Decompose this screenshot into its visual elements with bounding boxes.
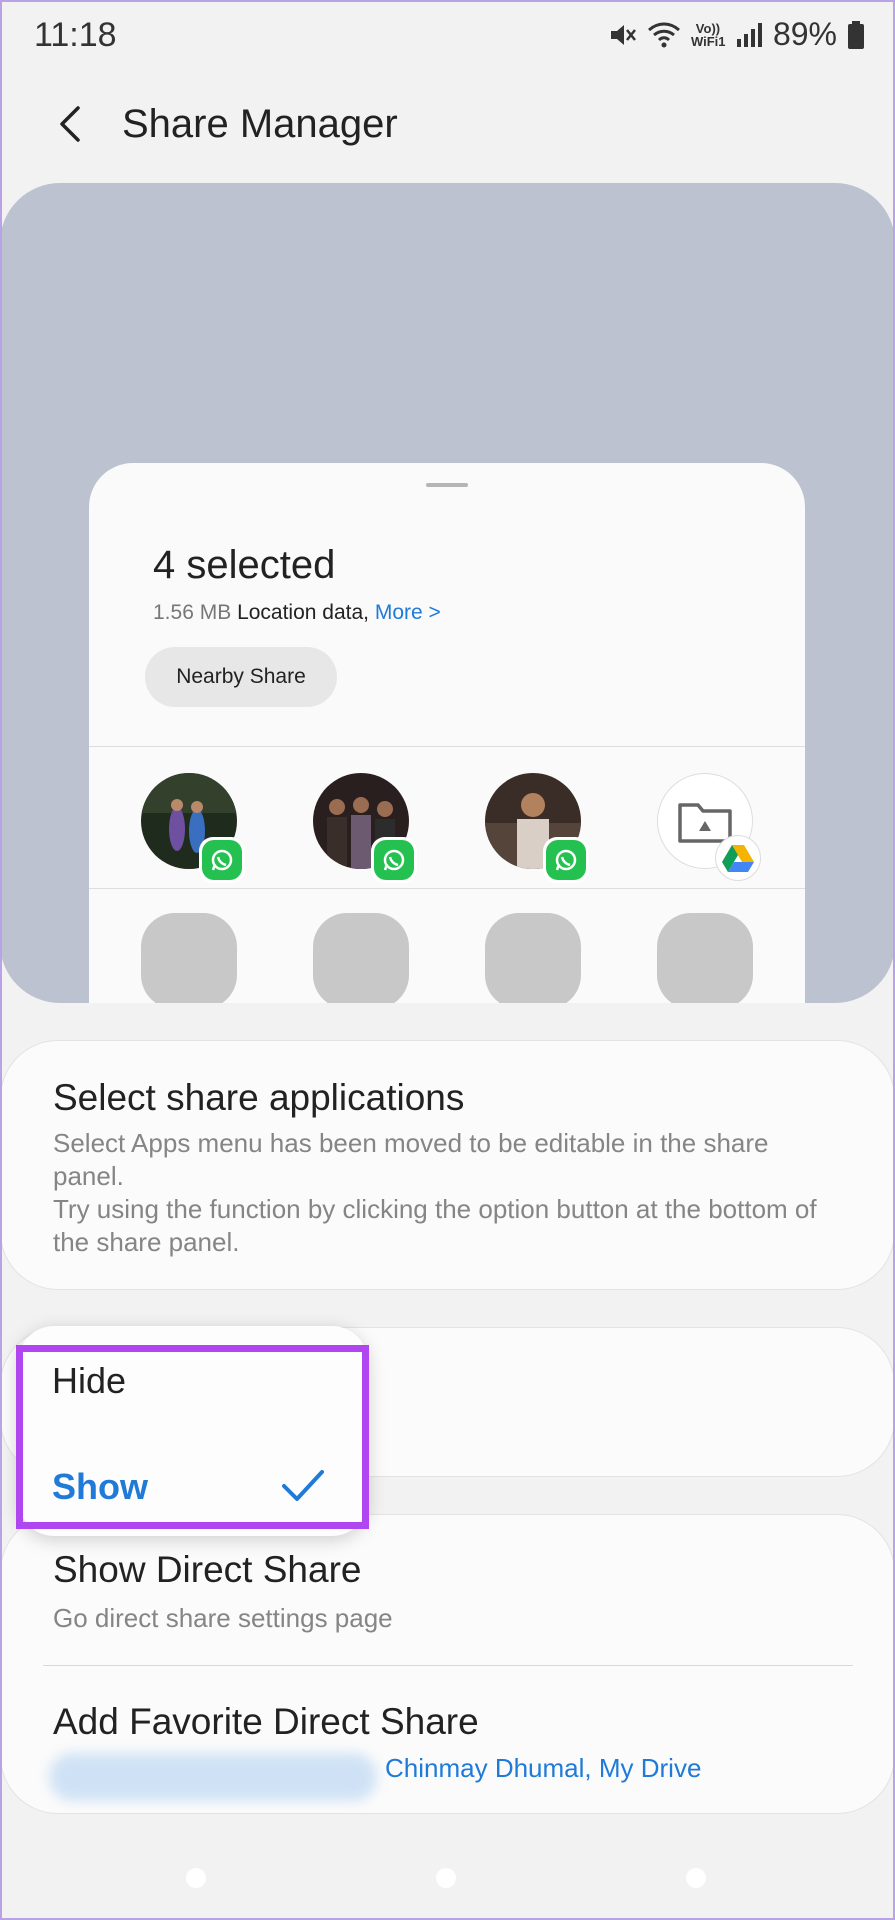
mute-icon [607, 20, 637, 50]
signal-icon [735, 21, 763, 49]
volte-icon: Vo)) WiFi1 [690, 20, 726, 49]
share-panel-preview: 4 selected 1.56 MB Location data, More >… [0, 183, 895, 1003]
whatsapp-icon [543, 837, 589, 883]
divider [43, 1665, 853, 1666]
status-bar: 11:18 Vo)) WiFi1 89% [0, 0, 895, 78]
nearby-share-button[interactable]: Nearby Share [145, 647, 337, 707]
app-bar: Share Manager [0, 78, 895, 168]
select-share-apps-description: Select Apps menu has been moved to be ed… [53, 1128, 817, 1257]
favorite-names: Chinmay Dhumal, My Drive [385, 1753, 702, 1783]
battery-text: 89% [772, 16, 837, 52]
selection-meta: 1.56 MB Location data, More > [153, 601, 441, 625]
navigation-bar [0, 1840, 895, 1920]
show-direct-share-subtitle: Go direct share settings page [53, 1603, 393, 1633]
direct-share-card: Show Direct Share Go direct share settin… [0, 1514, 895, 1814]
app-placeholder [657, 913, 753, 1003]
selection-size: 1.56 MB [153, 601, 232, 624]
nav-home-button[interactable] [436, 1868, 456, 1888]
app-placeholder [141, 913, 237, 1003]
more-link[interactable]: More > [375, 601, 441, 624]
selection-title: 4 selected [153, 543, 336, 587]
select-share-apps-card[interactable]: Select share applications Select Apps me… [0, 1040, 895, 1290]
nav-recents-button[interactable] [186, 1868, 206, 1888]
status-time: 11:18 [34, 16, 117, 54]
add-favorite-direct-share-title[interactable]: Add Favorite Direct Share [53, 1701, 479, 1743]
back-arrow-icon[interactable] [48, 100, 98, 150]
status-icons: Vo)) WiFi1 89% [607, 16, 865, 53]
show-direct-share-title[interactable]: Show Direct Share [53, 1549, 361, 1591]
share-sheet: 4 selected 1.56 MB Location data, More >… [89, 463, 805, 1003]
location-data-label: Location data, [237, 601, 369, 624]
select-share-apps-title: Select share applications [53, 1077, 465, 1118]
page-title: Share Manager [122, 102, 398, 146]
divider [89, 888, 805, 889]
whatsapp-icon [371, 837, 417, 883]
whatsapp-icon [199, 837, 245, 883]
wifi-icon [647, 20, 681, 50]
sheet-handle [426, 483, 468, 487]
highlight-box [16, 1345, 369, 1529]
divider [89, 746, 805, 747]
google-drive-icon [715, 835, 761, 881]
nav-back-button[interactable] [686, 1868, 706, 1888]
app-placeholder [485, 913, 581, 1003]
app-placeholder [313, 913, 409, 1003]
battery-icon [847, 20, 865, 50]
blurred-contact-names [49, 1753, 377, 1801]
